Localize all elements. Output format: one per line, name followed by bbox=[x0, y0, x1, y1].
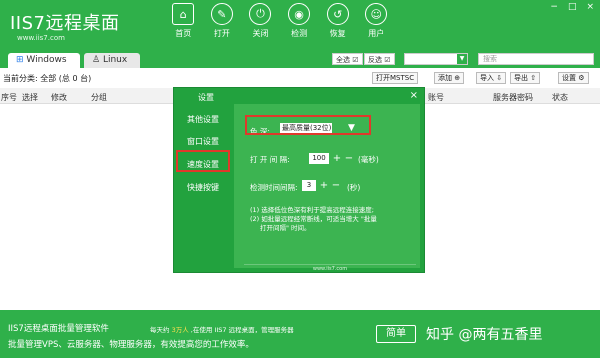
stat-highlight: 3万人 bbox=[171, 326, 189, 334]
sidebar-item-window[interactable]: 窗口设置 bbox=[174, 136, 232, 147]
sidebar-item-shortcut[interactable]: 快捷按键 bbox=[174, 182, 232, 193]
sidebar-item-other[interactable]: 其他设置 bbox=[174, 114, 232, 125]
check-interval-input[interactable]: 3 bbox=[302, 180, 316, 191]
nav-label: 检测 bbox=[291, 29, 308, 38]
import-label: 导入 bbox=[480, 74, 494, 82]
note-line-2: (2) 如批量远程经常断线，可适当增大 "批量 bbox=[250, 215, 377, 223]
simple-mode-button[interactable]: 简单 bbox=[376, 325, 416, 343]
col-status[interactable]: 状态 bbox=[552, 92, 568, 103]
windows-icon: ⊞ bbox=[16, 55, 27, 65]
power-icon: ⏻ bbox=[249, 3, 272, 25]
export-label: 导出 bbox=[514, 74, 528, 82]
footer-tagline: 批量管理VPS、云服务器、物理服务器，有效提高您的工作效率。 bbox=[8, 340, 254, 350]
add-label: 添加 bbox=[438, 74, 452, 82]
linux-icon: ♙ bbox=[92, 55, 103, 65]
gear-icon: ⚙ bbox=[576, 74, 585, 82]
check-icon: ☑ bbox=[382, 56, 391, 64]
tab-label: Windows bbox=[26, 55, 67, 65]
col-index[interactable]: 序号 bbox=[1, 92, 17, 103]
plus-icon[interactable]: + bbox=[332, 153, 342, 164]
minus-icon[interactable]: − bbox=[331, 180, 341, 191]
invert-label: 反选 bbox=[368, 56, 382, 64]
add-button[interactable]: 添加 ⊕ bbox=[434, 72, 465, 84]
invert-button[interactable]: 反选 ☑ bbox=[364, 53, 395, 65]
nav-restore[interactable]: ↺ 恢复 bbox=[318, 3, 357, 39]
nav-check[interactable]: ◉ 检测 bbox=[280, 3, 319, 39]
open-mstsc-button[interactable]: 打开MSTSC bbox=[372, 72, 419, 84]
export-button[interactable]: 导出 ⇧ bbox=[510, 72, 541, 84]
col-server-password[interactable]: 服务器密码 bbox=[493, 92, 533, 103]
footer-stat: 每天约 3万人 ,在使用 IIS7 远程桌面，管理服务器 bbox=[150, 324, 294, 334]
col-select[interactable]: 选择 bbox=[22, 92, 38, 103]
select-all-label: 全选 bbox=[336, 56, 350, 64]
col-edit[interactable]: 修改 bbox=[51, 92, 67, 103]
speed-highlight bbox=[176, 150, 230, 172]
import-icon: ⇩ bbox=[494, 74, 503, 82]
col-account[interactable]: 账号 bbox=[428, 92, 444, 103]
footer-title: IIS7远程桌面批量管理软件 bbox=[8, 324, 109, 334]
minimize-icon[interactable]: − bbox=[550, 2, 558, 12]
import-button[interactable]: 导入 ⇩ bbox=[476, 72, 507, 84]
select-all-button[interactable]: 全选 ☑ bbox=[332, 53, 363, 65]
group-select[interactable]: ▼ bbox=[404, 53, 468, 65]
stat-suffix: ,在使用 IIS7 远程桌面，管理服务器 bbox=[190, 326, 294, 334]
image-watermark: 知乎 @两有五香里 bbox=[426, 327, 543, 343]
edit-icon: ✎ bbox=[210, 3, 233, 25]
note-line-3: 打开间隔" 时间。 bbox=[260, 224, 311, 232]
main-nav: ⌂ 首页 ✎ 打开 ⏻ 关闭 ◉ 检测 ↺ 恢复 ☺ 用户 bbox=[164, 3, 396, 39]
plus-icon[interactable]: + bbox=[319, 180, 329, 191]
dialog-title: 设置 bbox=[198, 93, 214, 102]
nav-open[interactable]: ✎ 打开 bbox=[203, 3, 242, 39]
toolbar: 当前分类: 全部 (总 0 台) 打开MSTSC 添加 ⊕ 导入 ⇩ 导出 ⇧ … bbox=[0, 70, 600, 86]
add-icon: ⊕ bbox=[452, 74, 461, 82]
tab-linux[interactable]: ♙ Linux bbox=[84, 53, 140, 68]
nav-home[interactable]: ⌂ 首页 bbox=[164, 3, 203, 39]
note-line-1: (1) 选择低位色深有利于提高远程连接速度; bbox=[250, 206, 374, 214]
footer-bar: IIS7远程桌面批量管理软件 批量管理VPS、云服务器、物理服务器，有效提高您的… bbox=[0, 310, 600, 358]
nav-user[interactable]: ☺ 用户 bbox=[357, 3, 396, 39]
stat-prefix: 每天约 bbox=[150, 326, 170, 334]
tab-label: Linux bbox=[102, 55, 128, 65]
top-bar: IIS7远程桌面 www.iis7.com ⌂ 首页 ✎ 打开 ⏻ 关闭 ◉ 检… bbox=[0, 0, 600, 50]
search-input[interactable]: 搜索 bbox=[478, 53, 594, 65]
open-interval-input[interactable]: 100 bbox=[309, 153, 329, 164]
nav-label: 用户 bbox=[368, 29, 385, 38]
tab-bar: ⊞ Windows ♙ Linux 全选 ☑ 反选 ☑ ▼ 搜索 bbox=[0, 50, 600, 68]
maximize-icon[interactable]: □ bbox=[568, 2, 577, 12]
col-group[interactable]: 分组 bbox=[91, 92, 107, 103]
check-interval-unit: (秒) bbox=[347, 183, 361, 192]
nav-label: 首页 bbox=[175, 29, 192, 38]
user-icon: ☺ bbox=[365, 3, 388, 25]
check-icon: ☑ bbox=[350, 56, 359, 64]
open-interval-unit: (毫秒) bbox=[358, 155, 379, 164]
close-icon[interactable]: × bbox=[586, 2, 594, 12]
minus-icon[interactable]: − bbox=[344, 153, 354, 164]
open-interval-label: 打 开 间 隔: bbox=[250, 155, 290, 164]
restore-icon: ↺ bbox=[326, 3, 349, 25]
check-interval-label: 检测时间间隔: bbox=[250, 183, 298, 192]
app-logo: IIS7远程桌面 bbox=[10, 13, 120, 34]
export-icon: ⇧ bbox=[528, 74, 537, 82]
gauge-icon: ◉ bbox=[288, 3, 311, 25]
nav-close[interactable]: ⏻ 关闭 bbox=[241, 3, 280, 39]
settings-dialog: 设置 × 其他设置 窗口设置 速度设置 快捷按键 色 深: 最高质量(32位) … bbox=[173, 87, 425, 273]
tab-windows[interactable]: ⊞ Windows bbox=[8, 53, 80, 68]
app-url: www.iis7.com bbox=[17, 34, 65, 42]
settings-label: 设置 bbox=[562, 74, 576, 82]
nav-label: 关闭 bbox=[252, 29, 269, 38]
nav-label: 打开 bbox=[213, 29, 230, 38]
chevron-down-icon: ▼ bbox=[457, 54, 467, 64]
color-depth-highlight bbox=[245, 115, 371, 135]
current-category: 当前分类: 全部 (总 0 台) bbox=[3, 74, 92, 83]
window-controls: − □ × bbox=[550, 2, 594, 12]
nav-label: 恢复 bbox=[329, 29, 346, 38]
home-icon: ⌂ bbox=[172, 3, 195, 25]
close-icon[interactable]: × bbox=[410, 90, 418, 101]
dialog-watermark: www.iis7.com bbox=[244, 264, 416, 272]
settings-button[interactable]: 设置 ⚙ bbox=[558, 72, 589, 84]
